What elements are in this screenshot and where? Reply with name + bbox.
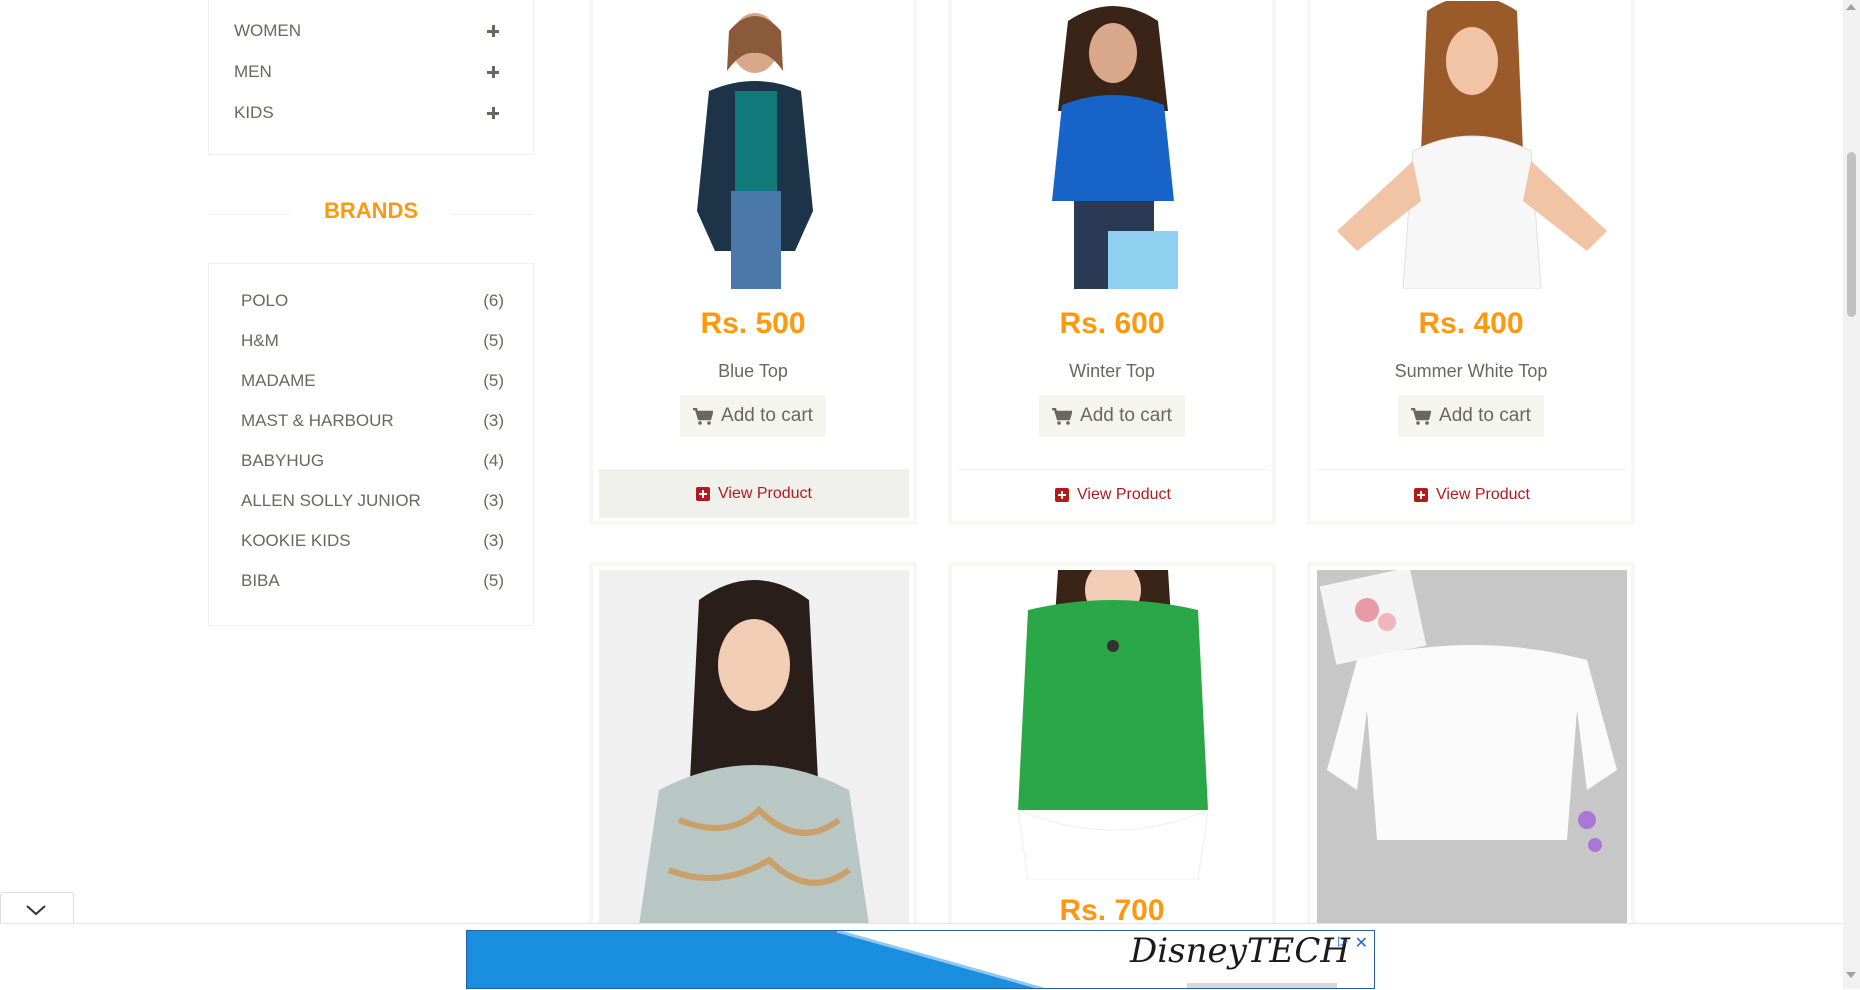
brand-count: (5): [483, 571, 504, 590]
product-card: Rs. 500 Blue Top Add to cart View Produc…: [592, 0, 914, 522]
page-scrollbar[interactable]: [1843, 0, 1860, 989]
view-product-label: View Product: [718, 484, 812, 502]
brand-count: (5): [483, 331, 504, 350]
product-card: Rs. 600 Winter Top Add to cart View Prod…: [951, 0, 1273, 522]
scroll-down-icon[interactable]: [1846, 972, 1856, 978]
add-to-cart-label: Add to cart: [1080, 405, 1172, 426]
brand-name: BABYHUG: [241, 451, 325, 470]
brand-link-allen-solly-junior[interactable]: ALLEN SOLLY JUNIOR (3): [241, 487, 504, 515]
category-label: KIDS: [234, 103, 274, 122]
category-label: MEN: [234, 62, 272, 81]
category-label: WOMEN: [234, 21, 302, 40]
plus-icon[interactable]: [487, 66, 499, 78]
product-price: Rs. 600: [1059, 307, 1165, 340]
brand-count: (3): [483, 411, 504, 430]
brand-name: ALLEN SOLLY JUNIOR: [241, 491, 421, 510]
brand-link-kookie-kids[interactable]: KOOKIE KIDS (3): [241, 527, 504, 555]
product-name: Blue Top: [718, 361, 788, 381]
product-card: Rs. 400 Summer White Top Add to cart Vie…: [1310, 0, 1632, 522]
add-to-cart-button[interactable]: Add to cart: [1039, 395, 1185, 437]
product-image[interactable]: [599, 570, 909, 925]
plus-square-icon: [1414, 487, 1428, 502]
category-kids[interactable]: KIDS: [234, 98, 499, 128]
plus-icon[interactable]: [487, 25, 499, 37]
brand-link-madame[interactable]: MADAME (5): [241, 367, 504, 395]
category-men[interactable]: MEN: [234, 57, 499, 87]
brand-name: BIBA: [241, 571, 280, 590]
brand-link-hm[interactable]: H&M (5): [241, 327, 504, 355]
shopping-cart-icon: [1411, 407, 1432, 425]
product-image[interactable]: [599, 1, 909, 289]
product-image[interactable]: [958, 570, 1268, 880]
brand-name: H&M: [241, 331, 279, 350]
brand-count: (4): [483, 451, 504, 470]
adchoices-icon[interactable]: ▷: [1338, 933, 1348, 949]
plus-icon[interactable]: [487, 107, 499, 119]
view-product-link[interactable]: View Product: [599, 469, 909, 518]
add-to-cart-label: Add to cart: [721, 405, 813, 426]
product-image[interactable]: [958, 1, 1268, 289]
brands-heading: BRANDS: [208, 198, 534, 226]
collapse-ad-button[interactable]: [0, 892, 74, 925]
add-to-cart-label: Add to cart: [1439, 405, 1531, 426]
product-name: Summer White Top: [1394, 361, 1548, 381]
view-product-label: View Product: [1077, 485, 1171, 503]
product-price: Rs. 500: [700, 307, 806, 340]
brand-link-polo[interactable]: POLO (6): [241, 287, 504, 315]
product-image[interactable]: [1317, 570, 1627, 925]
brand-link-biba[interactable]: BIBA (5): [241, 567, 504, 595]
product-price: Rs. 400: [1418, 307, 1524, 340]
brand-name: KOOKIE KIDS: [241, 531, 351, 550]
brand-link-babyhug[interactable]: BABYHUG (4): [241, 447, 504, 475]
brand-count: (6): [483, 291, 504, 310]
add-to-cart-button[interactable]: Add to cart: [680, 395, 826, 437]
view-product-label: View Product: [1436, 485, 1530, 503]
plus-square-icon: [1055, 487, 1069, 502]
product-name: Winter Top: [1069, 361, 1155, 381]
brand-count: (3): [483, 531, 504, 550]
product-card: [592, 565, 914, 965]
brands-panel: POLO (6) H&M (5) MADAME (5) MAST & HARBO…: [208, 263, 534, 626]
product-card: [1310, 565, 1632, 965]
scroll-thumb[interactable]: [1847, 152, 1856, 317]
shopping-cart-icon: [693, 407, 714, 425]
view-product-link[interactable]: View Product: [1317, 469, 1627, 519]
view-product-link[interactable]: View Product: [958, 469, 1268, 519]
ad-logo: DisneyTECH: [1130, 931, 1350, 971]
add-to-cart-button[interactable]: Add to cart: [1398, 395, 1544, 437]
scroll-up-icon[interactable]: [1846, 4, 1856, 10]
plus-square-icon: [696, 486, 710, 501]
close-icon[interactable]: ✕: [1355, 933, 1368, 953]
category-panel: WOMEN MEN KIDS: [208, 0, 534, 155]
brand-count: (5): [483, 371, 504, 390]
product-card: Rs. 700: [951, 565, 1273, 965]
ad-banner[interactable]: DisneyTECH ▷ ✕: [466, 930, 1375, 989]
brand-link-mast-harbour[interactable]: MAST & HARBOUR (3): [241, 407, 504, 435]
shopping-cart-icon: [1052, 407, 1073, 425]
brand-name: MADAME: [241, 371, 316, 390]
product-image[interactable]: [1317, 1, 1627, 289]
chevron-down-icon: [26, 905, 46, 916]
category-women[interactable]: WOMEN: [234, 16, 499, 46]
brand-count: (3): [483, 491, 504, 510]
brand-name: MAST & HARBOUR: [241, 411, 394, 430]
brand-name: POLO: [241, 291, 289, 310]
brands-title: BRANDS: [323, 198, 419, 223]
